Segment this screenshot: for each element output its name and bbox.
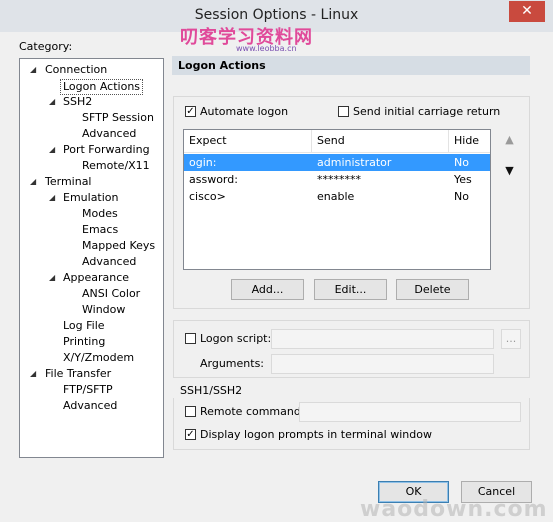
expand-twisty-icon[interactable]: ◢ <box>49 193 55 202</box>
tree-item-port-forwarding[interactable]: Port Forwarding <box>63 143 150 157</box>
add-button[interactable]: Add... <box>231 279 304 300</box>
column-header-send[interactable]: Send <box>312 130 449 152</box>
tree-item-file-transfer-advanced[interactable]: Advanced <box>63 399 117 413</box>
window-title: Session Options - Linux <box>194 7 359 23</box>
expand-twisty-icon[interactable]: ◢ <box>49 97 55 106</box>
tree-item-emacs[interactable]: Emacs <box>82 223 118 237</box>
browse-button[interactable]: ... <box>501 329 521 349</box>
edit-button[interactable]: Edit... <box>314 279 387 300</box>
send-cr-label: Send initial carriage return <box>353 105 501 118</box>
tree-item-ftp-sftp[interactable]: FTP/SFTP <box>63 383 113 397</box>
tree-item-xyzmodem[interactable]: X/Y/Zmodem <box>63 351 134 365</box>
logon-script-label: Logon script: <box>200 332 272 345</box>
remote-command-input[interactable] <box>299 402 521 422</box>
tree-item-ansi-color[interactable]: ANSI Color <box>82 287 140 301</box>
tree-item-log-file[interactable]: Log File <box>63 319 105 333</box>
column-header-hide[interactable]: Hide <box>449 130 490 152</box>
remote-command-checkbox[interactable] <box>185 406 196 417</box>
automate-logon-checkbox[interactable]: ✓ <box>185 106 196 117</box>
cell-send: administrator <box>317 156 392 169</box>
send-cr-checkbox[interactable] <box>338 106 349 117</box>
delete-button[interactable]: Delete <box>396 279 469 300</box>
tree-item-printing[interactable]: Printing <box>63 335 105 349</box>
tree-item-remote-x11[interactable]: Remote/X11 <box>82 159 150 173</box>
display-prompts-checkbox[interactable]: ✓ <box>185 429 196 440</box>
table-row[interactable]: assword: ******** Yes <box>184 171 490 188</box>
tree-item-logon-actions[interactable]: Logon Actions <box>60 79 144 95</box>
tree-item-terminal[interactable]: Terminal <box>45 175 92 189</box>
tree-item-appearance[interactable]: Appearance <box>63 271 129 285</box>
cell-expect: ogin: <box>189 156 217 169</box>
tree-item-connection[interactable]: Connection <box>45 63 107 77</box>
watermark-bottom: waodown.com <box>360 497 548 522</box>
tree-item-modes[interactable]: Modes <box>82 207 118 221</box>
expand-twisty-icon[interactable]: ◢ <box>30 369 36 378</box>
cell-send: ******** <box>317 173 361 186</box>
tree-item-emulation-advanced[interactable]: Advanced <box>82 255 136 269</box>
table-row[interactable]: ogin: administrator No <box>184 154 490 171</box>
section-header: Logon Actions <box>172 56 530 75</box>
expect-send-table[interactable]: Expect Send Hide ogin: administrator No … <box>183 129 491 270</box>
automate-logon-label: Automate logon <box>200 105 289 118</box>
tree-item-sftp-session[interactable]: SFTP Session <box>82 111 154 125</box>
tree-item-mapped-keys[interactable]: Mapped Keys <box>82 239 155 253</box>
tree-item-file-transfer[interactable]: File Transfer <box>45 367 111 381</box>
expand-twisty-icon[interactable]: ◢ <box>30 65 36 74</box>
remote-command-label: Remote command: <box>200 405 305 418</box>
arguments-label: Arguments: <box>200 357 265 370</box>
expand-twisty-icon[interactable]: ◢ <box>30 177 36 186</box>
category-tree[interactable]: ◢ Connection Logon Actions ◢ SSH2 SFTP S… <box>19 58 164 458</box>
cell-hide: No <box>454 190 469 203</box>
expand-twisty-icon[interactable]: ◢ <box>49 145 55 154</box>
tree-item-window[interactable]: Window <box>82 303 125 317</box>
arguments-input[interactable] <box>271 354 494 374</box>
move-down-icon[interactable]: ▼ <box>501 163 518 178</box>
tree-item-ssh2-advanced[interactable]: Advanced <box>82 127 136 141</box>
watermark-url: www.leobba.cn <box>236 44 297 53</box>
expand-twisty-icon[interactable]: ◢ <box>49 273 55 282</box>
cell-expect: cisco> <box>189 190 226 203</box>
cell-expect: assword: <box>189 173 238 186</box>
tree-item-ssh2[interactable]: SSH2 <box>63 95 92 109</box>
header-divider <box>184 152 490 153</box>
cell-send: enable <box>317 190 355 203</box>
cell-hide: No <box>454 156 469 169</box>
logon-script-input[interactable] <box>271 329 494 349</box>
category-label: Category: <box>19 40 73 53</box>
ssh-group-label: SSH1/SSH2 <box>180 384 243 397</box>
close-button[interactable]: ✕ <box>509 1 545 22</box>
table-row[interactable]: cisco> enable No <box>184 188 490 205</box>
tree-item-emulation[interactable]: Emulation <box>63 191 119 205</box>
column-header-expect[interactable]: Expect <box>184 130 312 152</box>
display-prompts-label: Display logon prompts in terminal window <box>200 428 432 441</box>
move-up-icon[interactable]: ▲ <box>501 132 518 147</box>
logon-script-checkbox[interactable] <box>185 333 196 344</box>
cell-hide: Yes <box>454 173 472 186</box>
